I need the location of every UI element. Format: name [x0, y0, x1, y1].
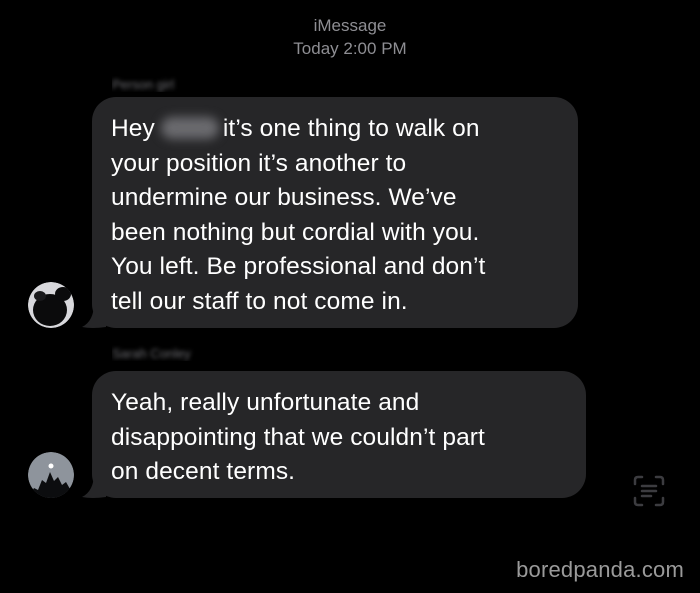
message-bubble[interactable]: Yeah, really unfortunate and disappointi… — [92, 371, 586, 498]
message-line: tell our staff to not come in. — [111, 287, 408, 315]
message-bubble[interactable]: Hey it’s one thing to walk on your positi… — [92, 97, 578, 328]
message-line: Yeah, really unfortunate and — [111, 389, 420, 416]
bubble-tail — [82, 473, 106, 498]
sender-name-text: Person girl — [112, 77, 175, 92]
conversation-timestamp: Today 2:00 PM — [293, 39, 407, 58]
sender-name-text: Sarah Conley — [112, 346, 191, 361]
sender-name: Person girl — [112, 76, 232, 92]
bubble-tail — [82, 303, 106, 328]
avatar-icon[interactable] — [28, 282, 74, 328]
message-line: disappointing that we couldn’t part — [111, 423, 485, 451]
message-line: You left. Be professional and don’t — [111, 253, 486, 280]
sender-name: Sarah Conley — [112, 345, 232, 361]
message-line: undermine our business. We’ve — [111, 184, 457, 211]
watermark: boredpanda.com — [516, 557, 684, 582]
message-line: Hey it’s one thing to walk on — [111, 115, 480, 142]
message-line: your position it’s another to — [111, 149, 407, 177]
conversation-header: iMessage Today 2:00 PM — [0, 14, 700, 60]
avatar-icon[interactable] — [28, 452, 74, 498]
message-line: been nothing but cordial with you. — [111, 218, 480, 246]
live-text-scan-icon[interactable] — [632, 474, 666, 508]
message-line: on decent terms. — [111, 458, 296, 485]
redacted-name — [160, 117, 219, 139]
service-label: iMessage — [313, 16, 387, 35]
